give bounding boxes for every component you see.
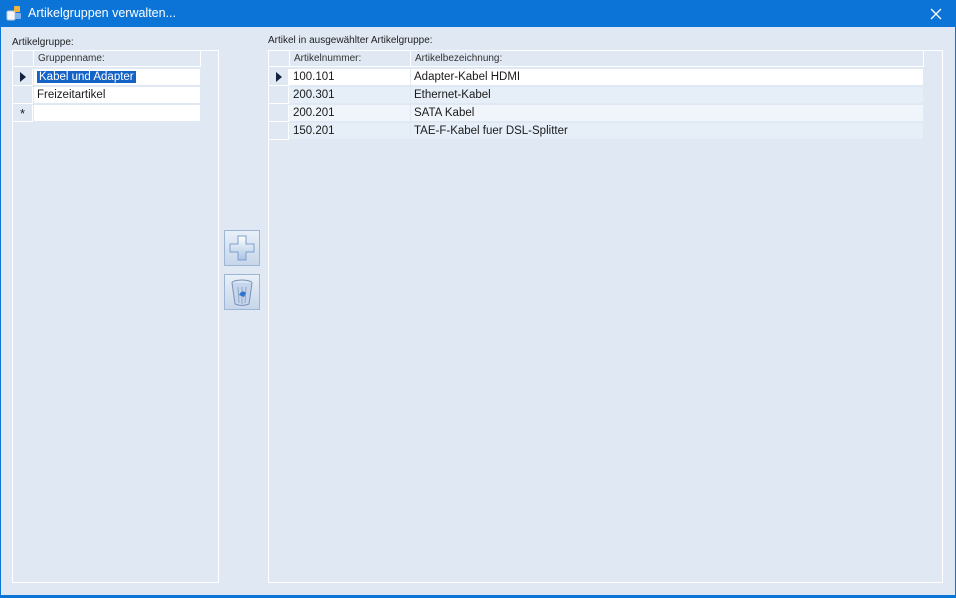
articles-label: Artikel in ausgewählter Artikelgruppe: bbox=[268, 35, 433, 46]
row-pointer-icon bbox=[275, 72, 282, 82]
article-name-cell[interactable]: Ethernet-Kabel bbox=[411, 87, 924, 104]
group-name-cell[interactable]: Kabel und Adapter bbox=[34, 69, 201, 86]
group-name-text: Kabel und Adapter bbox=[37, 71, 136, 83]
window-title: Artikelgruppen verwalten... bbox=[28, 6, 176, 20]
delete-button[interactable] bbox=[224, 274, 260, 310]
row-selector[interactable] bbox=[269, 69, 289, 86]
group-row[interactable]: Freizeitartikel bbox=[13, 87, 201, 104]
article-grid[interactable]: Artikelnummer: Artikelbezeichnung: 100.1… bbox=[268, 50, 943, 583]
group-grid[interactable]: Gruppenname: Kabel und Adapter Freizeita… bbox=[12, 50, 219, 583]
article-name-cell[interactable]: SATA Kabel bbox=[411, 105, 924, 122]
row-selector[interactable] bbox=[13, 87, 33, 104]
article-number-cell[interactable]: 200.201 bbox=[290, 105, 411, 122]
group-row[interactable]: Kabel und Adapter bbox=[13, 69, 201, 86]
group-column-header[interactable]: Gruppenname: bbox=[34, 51, 201, 67]
new-row-marker: * bbox=[13, 105, 33, 122]
app-icon bbox=[6, 6, 21, 21]
trash-icon bbox=[231, 279, 253, 306]
add-button[interactable] bbox=[224, 230, 260, 266]
article-grid-corner bbox=[269, 51, 290, 67]
row-pointer-icon bbox=[19, 72, 26, 82]
article-number-header[interactable]: Artikelnummer: bbox=[290, 51, 411, 67]
article-row[interactable]: 200.201 SATA Kabel bbox=[269, 105, 924, 122]
close-icon bbox=[930, 8, 942, 19]
row-selector[interactable] bbox=[269, 123, 289, 140]
new-group-row[interactable]: * bbox=[13, 105, 201, 122]
group-grid-corner bbox=[13, 51, 34, 67]
artikelgruppe-label: Artikelgruppe: bbox=[12, 37, 74, 48]
article-name-cell[interactable]: Adapter-Kabel HDMI bbox=[411, 69, 924, 86]
close-button[interactable] bbox=[916, 0, 956, 27]
article-number-cell[interactable]: 200.301 bbox=[290, 87, 411, 104]
article-row[interactable]: 100.101 Adapter-Kabel HDMI bbox=[269, 69, 924, 86]
title-bar[interactable]: Artikelgruppen verwalten... bbox=[0, 0, 956, 27]
article-number-cell[interactable]: 150.201 bbox=[290, 123, 411, 140]
group-name-cell[interactable]: Freizeitartikel bbox=[34, 87, 201, 104]
article-row[interactable]: 200.301 Ethernet-Kabel bbox=[269, 87, 924, 104]
article-number-cell[interactable]: 100.101 bbox=[290, 69, 411, 86]
article-name-header[interactable]: Artikelbezeichnung: bbox=[411, 51, 924, 67]
new-group-cell[interactable] bbox=[34, 105, 201, 122]
row-selector[interactable] bbox=[269, 87, 289, 104]
plus-icon bbox=[229, 235, 255, 261]
article-row[interactable]: 150.201 TAE-F-Kabel fuer DSL-Splitter bbox=[269, 123, 924, 140]
article-name-cell[interactable]: TAE-F-Kabel fuer DSL-Splitter bbox=[411, 123, 924, 140]
dialog-client-area: Artikelgruppe: Gruppenname: Kabel und Ad… bbox=[0, 27, 956, 595]
row-selector[interactable] bbox=[13, 69, 33, 86]
row-selector[interactable] bbox=[269, 105, 289, 122]
